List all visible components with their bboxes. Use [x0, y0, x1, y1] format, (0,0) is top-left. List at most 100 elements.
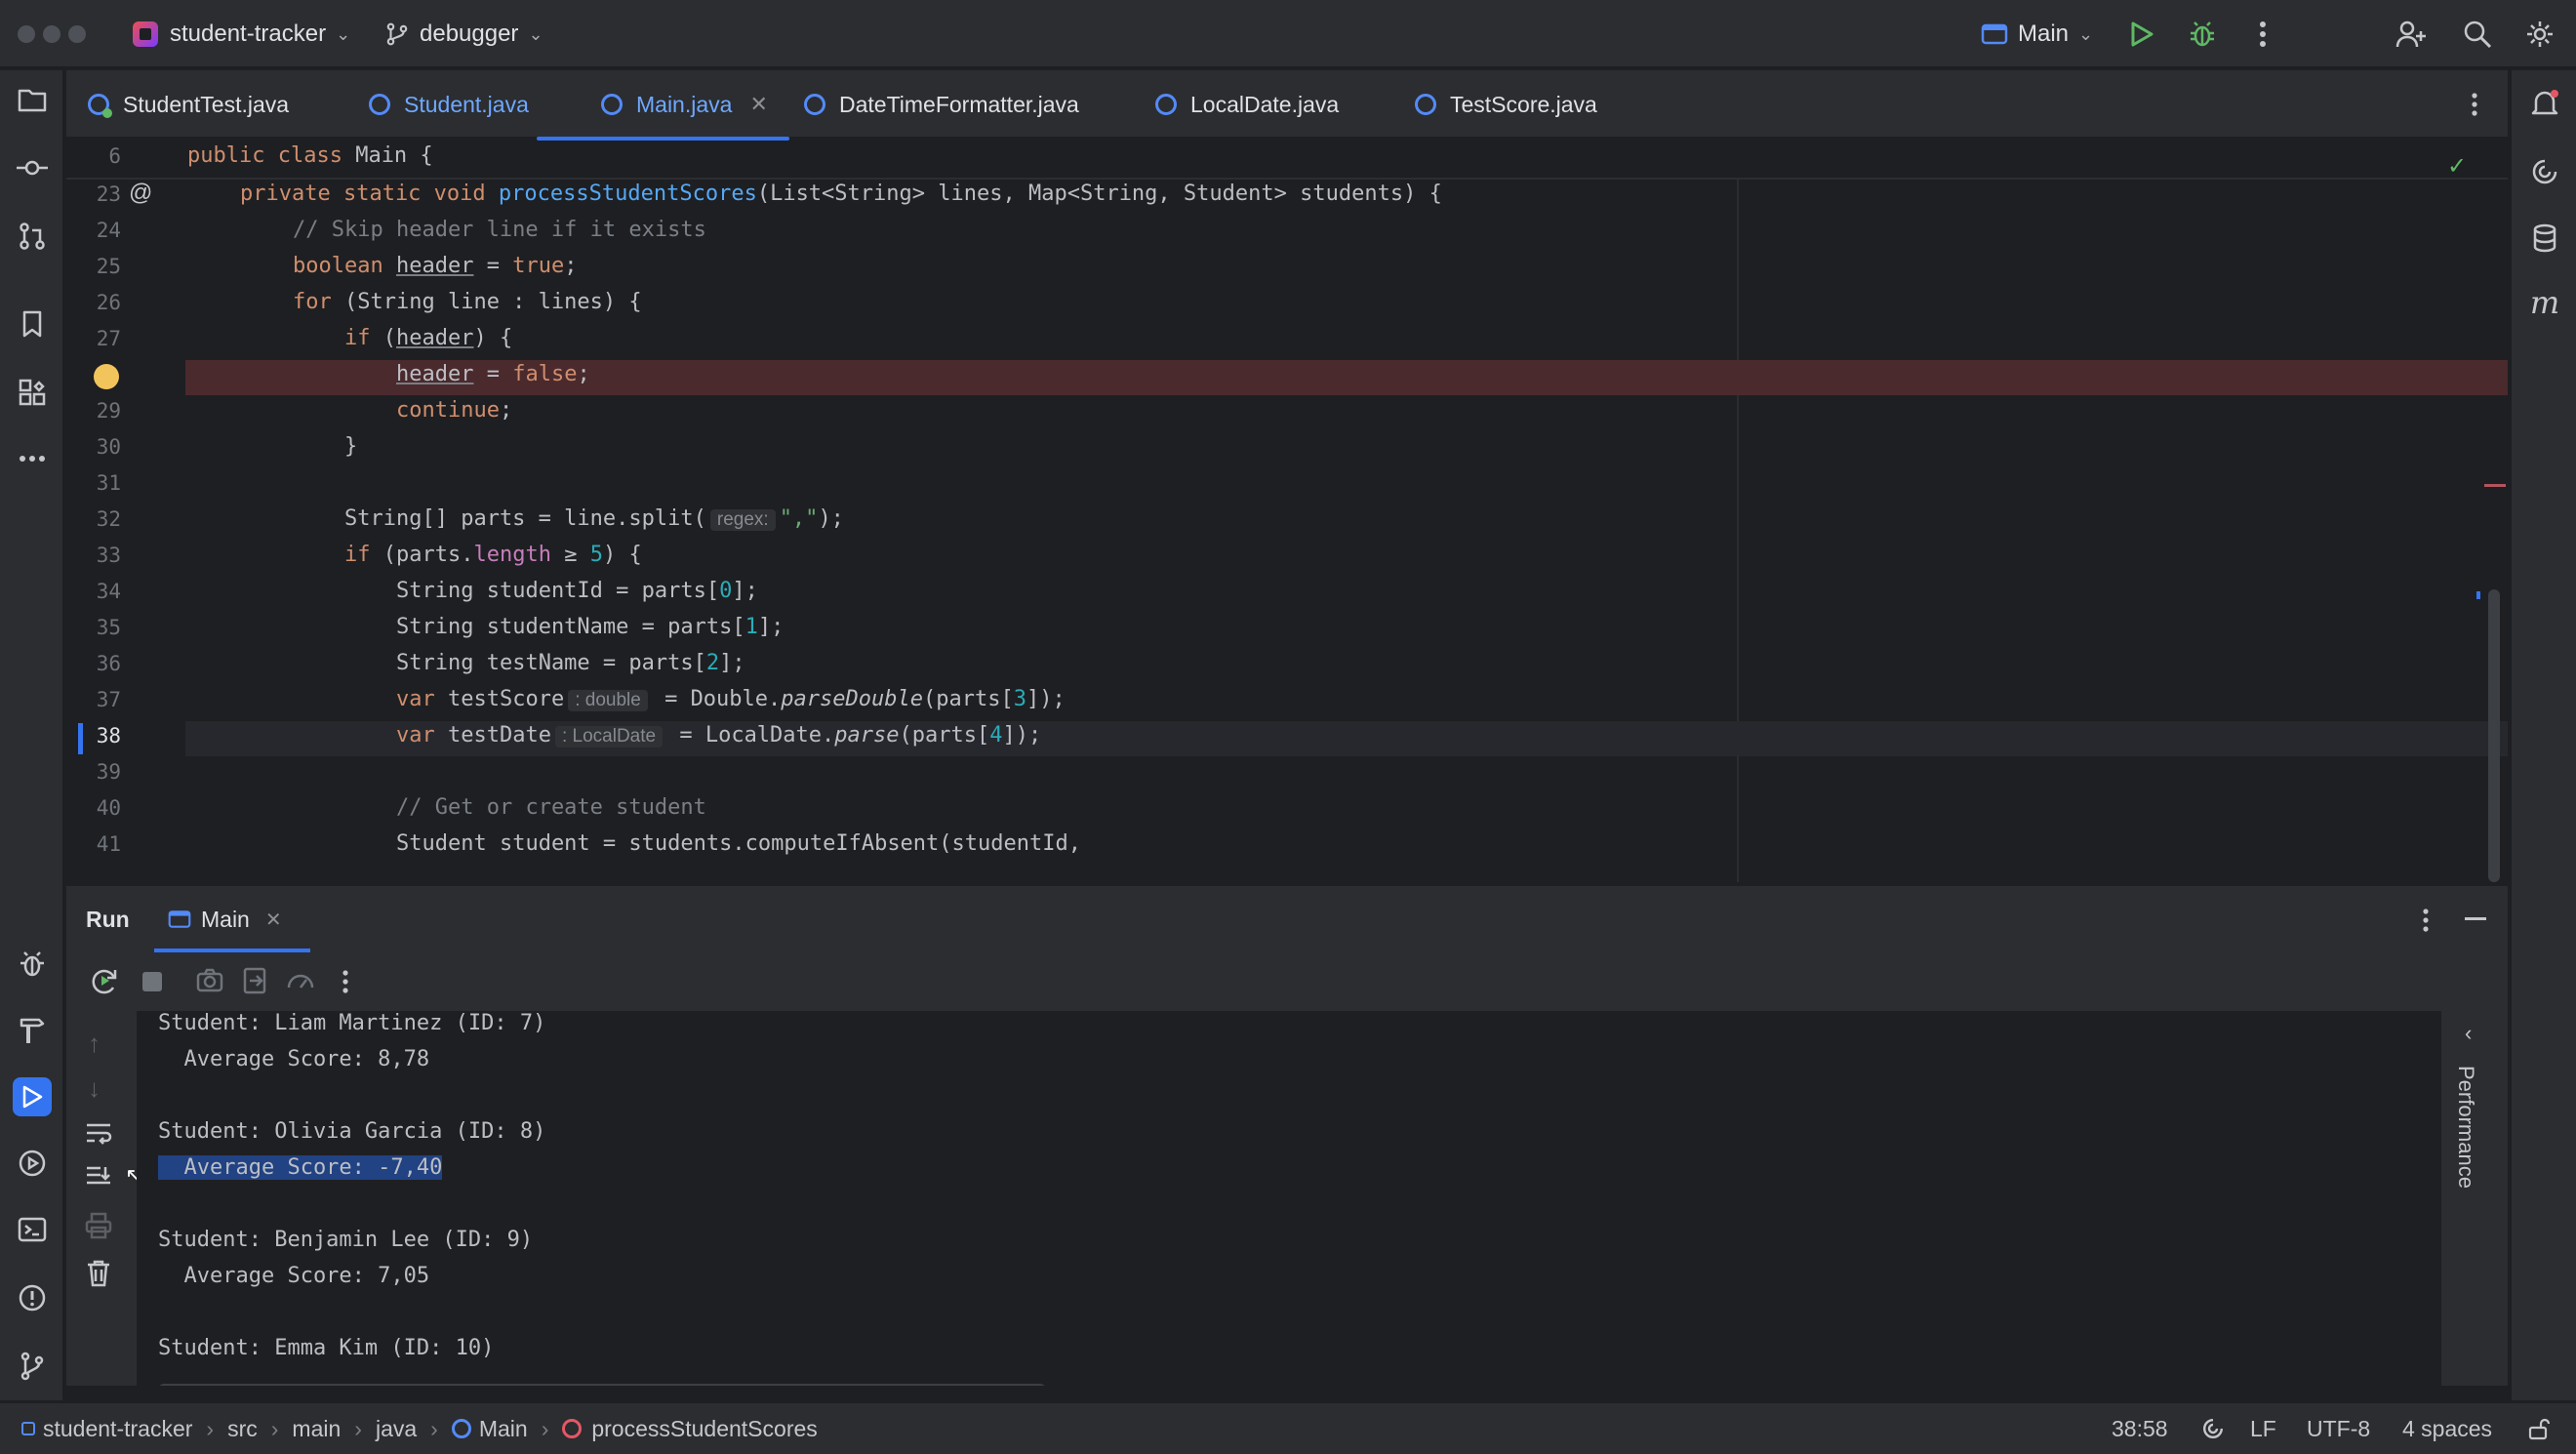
line-number: 27: [96, 327, 121, 350]
debug-tool-button[interactable]: [13, 945, 52, 984]
soft-wrap-button[interactable]: [84, 1120, 113, 1151]
breadcrumb-item[interactable]: java: [376, 1416, 417, 1442]
pull-requests-tool-button[interactable]: [13, 217, 52, 256]
exit-button[interactable]: [240, 966, 269, 1000]
breadcrumb-item[interactable]: processStudentScores: [591, 1416, 817, 1442]
profiler-button[interactable]: [285, 966, 316, 1000]
editor-vertical-scrollbar[interactable]: [2488, 589, 2500, 882]
read-only-toggle[interactable]: [2527, 1403, 2551, 1454]
dump-threads-button[interactable]: [195, 966, 224, 1000]
no-problems-check-icon[interactable]: ✓: [2447, 152, 2467, 181]
console-output[interactable]: Student: Liam Martinez (ID: 7) Average S…: [137, 1011, 2430, 1386]
caret-position[interactable]: 38:58: [2112, 1403, 2168, 1454]
line-number: 6: [108, 144, 121, 168]
line-separator[interactable]: LF: [2250, 1403, 2276, 1454]
breadcrumb-item[interactable]: main: [292, 1416, 341, 1442]
sticky-header-divider: [66, 178, 2508, 180]
run-button[interactable]: [2123, 16, 2160, 53]
close-tab-icon[interactable]: ✕: [265, 908, 282, 932]
application-icon: [1981, 23, 2008, 45]
print-button[interactable]: [84, 1212, 113, 1244]
bell-icon: [2531, 90, 2558, 115]
scroll-to-end-button[interactable]: [84, 1163, 113, 1193]
tab-student[interactable]: Student.java: [369, 70, 529, 139]
selected-text: Average Score: -7,40: [158, 1155, 443, 1180]
rerun-button[interactable]: [90, 966, 119, 1000]
git-tool-button[interactable]: [13, 1347, 52, 1386]
exit-icon: [243, 967, 266, 994]
bookmark-icon: [22, 310, 42, 338]
code-with-me-button[interactable]: [2393, 16, 2430, 53]
line-number: 35: [96, 616, 121, 639]
more-run-actions-button[interactable]: [342, 969, 349, 999]
tab-datetimeformatter[interactable]: DateTimeFormatter.java: [804, 70, 1079, 139]
minimize-window-button[interactable]: [43, 25, 60, 43]
run-panel-options-button[interactable]: [2422, 908, 2430, 938]
code-line: String studentName = parts[1];: [396, 615, 785, 639]
stop-icon[interactable]: [142, 972, 162, 991]
problems-tool-button[interactable]: [13, 1278, 52, 1317]
code-line: var testScore: double = Double.parseDoub…: [396, 687, 1066, 711]
ai-status-icon[interactable]: [2201, 1403, 2225, 1454]
tab-testscore[interactable]: TestScore.java: [1415, 70, 1597, 139]
run-config-selector[interactable]: Main ⌄: [1981, 0, 2093, 68]
override-icon[interactable]: @: [129, 180, 152, 207]
code-line: // Skip header line if it exists: [293, 218, 706, 242]
terminal-tool-button[interactable]: [13, 1210, 52, 1249]
breadcrumb-item[interactable]: student-tracker: [43, 1416, 192, 1442]
branch-selector[interactable]: debugger ⌄: [384, 0, 543, 68]
bug-icon: [2191, 21, 2214, 47]
ai-assistant-button[interactable]: [2525, 152, 2564, 191]
run-tool-button[interactable]: [13, 1077, 52, 1116]
more-actions-button[interactable]: [2244, 16, 2281, 53]
notifications-button[interactable]: [2525, 84, 2564, 123]
console-horizontal-scrollbar[interactable]: [158, 1384, 1046, 1386]
bookmarks-tool-button[interactable]: [13, 304, 52, 343]
database-tool-button[interactable]: [2525, 219, 2564, 258]
breadcrumb-item[interactable]: Main: [479, 1416, 528, 1442]
debug-button[interactable]: [2184, 16, 2221, 53]
clear-console-button[interactable]: [86, 1259, 111, 1293]
more-tools-button[interactable]: [13, 439, 52, 478]
tab-studenttest[interactable]: StudentTest.java: [88, 70, 289, 139]
breadcrumb-item[interactable]: src: [227, 1416, 258, 1442]
arrow-up-icon[interactable]: ↑: [88, 1029, 101, 1059]
change-marker-stripe: [2476, 591, 2480, 599]
tab-main[interactable]: Main.java ✕: [537, 70, 789, 141]
search-button[interactable]: [2459, 16, 2496, 53]
line-number: 38: [96, 724, 121, 747]
line-number: 34: [96, 580, 121, 603]
run-tab-main[interactable]: Main ✕: [154, 886, 310, 952]
line-number: 24: [96, 219, 121, 242]
tab-options-button[interactable]: [2471, 70, 2478, 139]
breakpoint-marker-stripe: [2484, 484, 2506, 487]
zoom-window-button[interactable]: [68, 25, 86, 43]
maven-icon: m: [2529, 284, 2560, 321]
performance-tab[interactable]: Performance: [2453, 1066, 2478, 1189]
lock-open-icon: [2528, 1418, 2551, 1440]
services-tool-button[interactable]: [13, 1144, 52, 1183]
build-tool-button[interactable]: [13, 1011, 52, 1050]
minimize-panel-icon[interactable]: [2465, 917, 2486, 920]
chevron-left-icon[interactable]: ‹: [2465, 1021, 2472, 1046]
code-editor[interactable]: 6 23 24 25 26 27 29 30 31 32 33 34 35 36…: [66, 141, 2508, 882]
maven-tool-button[interactable]: m: [2525, 283, 2564, 322]
printer-icon: [85, 1212, 112, 1239]
bug-icon: [20, 951, 44, 977]
arrow-down-icon[interactable]: ↓: [88, 1073, 101, 1104]
close-window-button[interactable]: [18, 25, 35, 43]
file-encoding[interactable]: UTF-8: [2307, 1403, 2370, 1454]
settings-button[interactable]: [2521, 16, 2558, 53]
close-tab-icon[interactable]: ✕: [749, 92, 767, 117]
application-icon: [168, 910, 191, 928]
chevron-right-icon: ›: [206, 1415, 215, 1441]
indent-setting[interactable]: 4 spaces: [2402, 1403, 2492, 1454]
project-tool-button[interactable]: [13, 80, 52, 119]
line-number: 25: [96, 255, 121, 278]
structure-tool-button[interactable]: [13, 373, 52, 412]
project-selector[interactable]: student-tracker ⌄: [133, 0, 350, 68]
commit-tool-button[interactable]: [13, 148, 52, 187]
breakpoint-icon[interactable]: [94, 364, 119, 389]
services-icon: [19, 1150, 46, 1177]
tab-localdate[interactable]: LocalDate.java: [1155, 70, 1339, 139]
